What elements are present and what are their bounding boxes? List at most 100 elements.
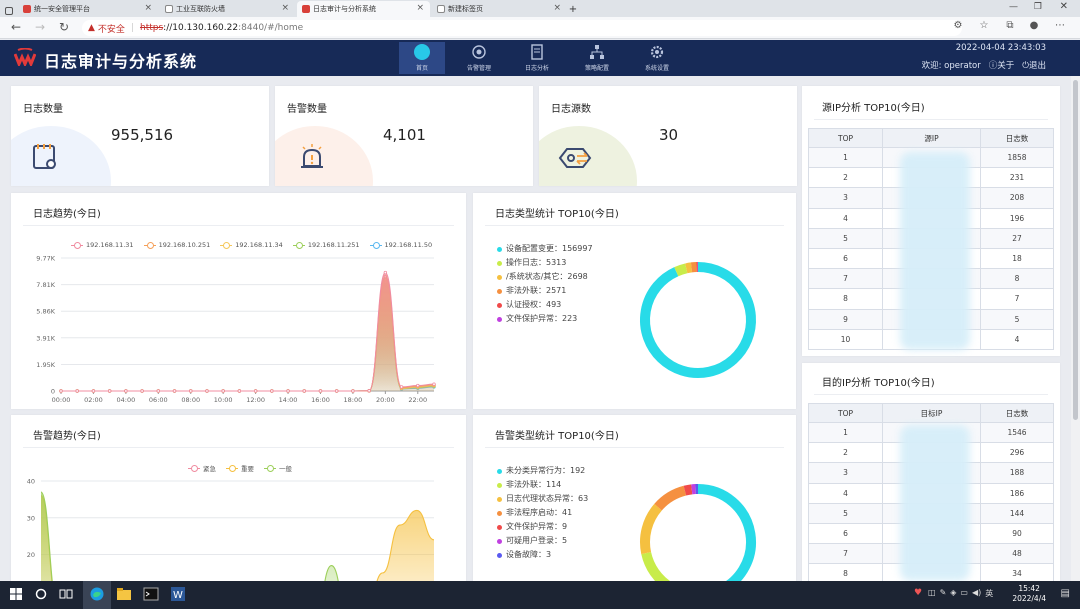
restore-icon[interactable]: ❐: [1034, 2, 1042, 12]
file-explorer-icon[interactable]: [116, 586, 132, 602]
data-point[interactable]: [334, 389, 339, 393]
column-header[interactable]: TOP: [808, 128, 883, 148]
new-tab-button[interactable]: +: [566, 1, 580, 17]
data-point[interactable]: [91, 389, 96, 393]
data-point[interactable]: [221, 389, 225, 393]
data-point[interactable]: [318, 389, 323, 393]
ime-indicator[interactable]: 英: [985, 588, 993, 599]
tray-app-icon[interactable]: ◫: [928, 588, 936, 599]
data-point[interactable]: [172, 389, 177, 393]
tab-close-icon[interactable]: ×: [281, 3, 289, 13]
data-point[interactable]: [156, 389, 161, 393]
legend-row[interactable]: 非法外联：2571: [497, 284, 593, 298]
legend-row[interactable]: 操作日志：5313: [497, 256, 593, 270]
data-point[interactable]: [205, 389, 209, 393]
legend-item[interactable]: 192.168.11.34: [220, 241, 283, 249]
column-header[interactable]: 日志数: [980, 403, 1054, 423]
page-scrollbar[interactable]: [1071, 76, 1080, 581]
data-point[interactable]: [367, 389, 371, 393]
browser-tab[interactable]: 统一安全管理平台 ×: [18, 1, 158, 17]
alarm-trend-chart[interactable]: 10203040: [11, 473, 466, 585]
donut-slice[interactable]: [654, 485, 687, 511]
donut-slice[interactable]: [674, 263, 688, 277]
tab-close-icon[interactable]: ×: [144, 3, 152, 13]
reload-icon[interactable]: ↻: [56, 20, 72, 34]
nav-log-analysis[interactable]: 日志分析: [514, 42, 560, 74]
data-point[interactable]: [286, 389, 290, 393]
data-point[interactable]: [107, 389, 112, 393]
data-point[interactable]: [351, 389, 355, 393]
browser-tab-active[interactable]: 日志审计与分析系统 ×: [297, 1, 430, 17]
legend-row[interactable]: 文件保护异常：9: [497, 520, 588, 534]
pen-icon[interactable]: ✎: [940, 588, 947, 599]
data-point[interactable]: [124, 389, 128, 393]
legend-item[interactable]: 192.168.11.251: [292, 241, 360, 249]
site-settings-icon[interactable]: ⚙: [950, 20, 966, 31]
forward-icon[interactable]: →: [32, 20, 48, 34]
data-point[interactable]: [270, 389, 274, 393]
donut-slice[interactable]: [640, 262, 756, 378]
legend-row[interactable]: 可疑用户登录：5: [497, 534, 588, 548]
close-window-icon[interactable]: ✕: [1060, 1, 1068, 12]
donut-slice[interactable]: [685, 262, 693, 274]
favorites-icon[interactable]: ☆: [976, 20, 992, 31]
scrollbar-thumb[interactable]: [1073, 80, 1078, 420]
security-tray-icon[interactable]: ♥: [914, 588, 922, 598]
collections-icon[interactable]: ⧉: [1002, 20, 1018, 31]
data-point[interactable]: [399, 385, 404, 389]
donut-slice[interactable]: [640, 503, 662, 555]
url-input[interactable]: ▲ 不安全 | https ://10.130.160.22 :8440/#/h…: [82, 20, 962, 36]
donut-slice[interactable]: [697, 484, 756, 585]
terminal-icon[interactable]: [143, 586, 159, 602]
series-line[interactable]: [40, 495, 435, 585]
data-point[interactable]: [432, 382, 436, 386]
log-type-donut-chart[interactable]: [633, 255, 763, 385]
log-trend-chart[interactable]: 0 1.95K 3.91K 5.86K 7.81K 9.77K 00:00 02:00 04:0…: [11, 251, 466, 409]
logout-link[interactable]: ⏻退出: [1022, 59, 1046, 71]
legend-row[interactable]: /系统状态/其它：2698: [497, 270, 593, 284]
legend-row[interactable]: 未分类异常行为：192: [497, 464, 588, 478]
volume-icon[interactable]: ◀): [972, 588, 981, 599]
data-point[interactable]: [302, 389, 306, 393]
more-icon[interactable]: ⋯: [1052, 20, 1068, 31]
legend-row[interactable]: 设备配置变更：156997: [497, 242, 593, 256]
about-link[interactable]: ⓘ关于: [989, 59, 1015, 71]
data-point[interactable]: [75, 389, 79, 393]
tab-close-icon[interactable]: ×: [553, 3, 561, 13]
nav-policy-config[interactable]: 策略配置: [574, 42, 620, 74]
legend-row[interactable]: 文件保护异常：223: [497, 312, 593, 326]
data-point[interactable]: [253, 389, 258, 393]
search-icon[interactable]: [33, 586, 49, 602]
profile-icon[interactable]: ●: [1026, 20, 1042, 31]
minimize-icon[interactable]: —: [1009, 2, 1018, 12]
legend-item[interactable]: 一般: [264, 463, 292, 473]
legend-item[interactable]: 192.168.11.50: [369, 241, 432, 249]
nav-alarm-management[interactable]: 告警管理: [456, 42, 502, 74]
alarm-type-donut-chart[interactable]: [633, 477, 763, 585]
system-clock[interactable]: 15:42 2022/4/4: [1012, 584, 1046, 604]
legend-row[interactable]: 非法程序启动：41: [497, 506, 588, 520]
data-point[interactable]: [140, 389, 144, 393]
network-icon[interactable]: ◈: [950, 588, 956, 599]
word-icon[interactable]: W: [170, 586, 186, 602]
legend-row[interactable]: 非法外联：114: [497, 478, 588, 492]
column-header[interactable]: 日志数: [980, 128, 1054, 148]
display-icon[interactable]: ▭: [960, 588, 968, 599]
series-line[interactable]: [40, 491, 434, 585]
windows-start-icon[interactable]: [8, 586, 24, 602]
browser-tab[interactable]: 新建标签页 ×: [432, 1, 567, 17]
notification-icon[interactable]: ▤: [1061, 588, 1070, 599]
legend-row[interactable]: 日志代理状态异常：63: [497, 492, 588, 506]
legend-row[interactable]: 认证授权：493: [497, 298, 593, 312]
data-point[interactable]: [237, 389, 242, 393]
task-view-icon[interactable]: [58, 586, 74, 602]
legend-item[interactable]: 192.168.11.31: [71, 241, 134, 249]
donut-slice[interactable]: [683, 484, 693, 496]
legend-item[interactable]: 紧急: [188, 463, 216, 473]
legend-item[interactable]: 重要: [226, 463, 254, 473]
data-point[interactable]: [383, 270, 388, 275]
nav-system-settings[interactable]: 系统设置: [634, 42, 680, 74]
data-point[interactable]: [189, 389, 193, 393]
legend-row[interactable]: 设备故障：3: [497, 548, 588, 562]
legend-item[interactable]: 192.168.10.251: [143, 241, 210, 249]
